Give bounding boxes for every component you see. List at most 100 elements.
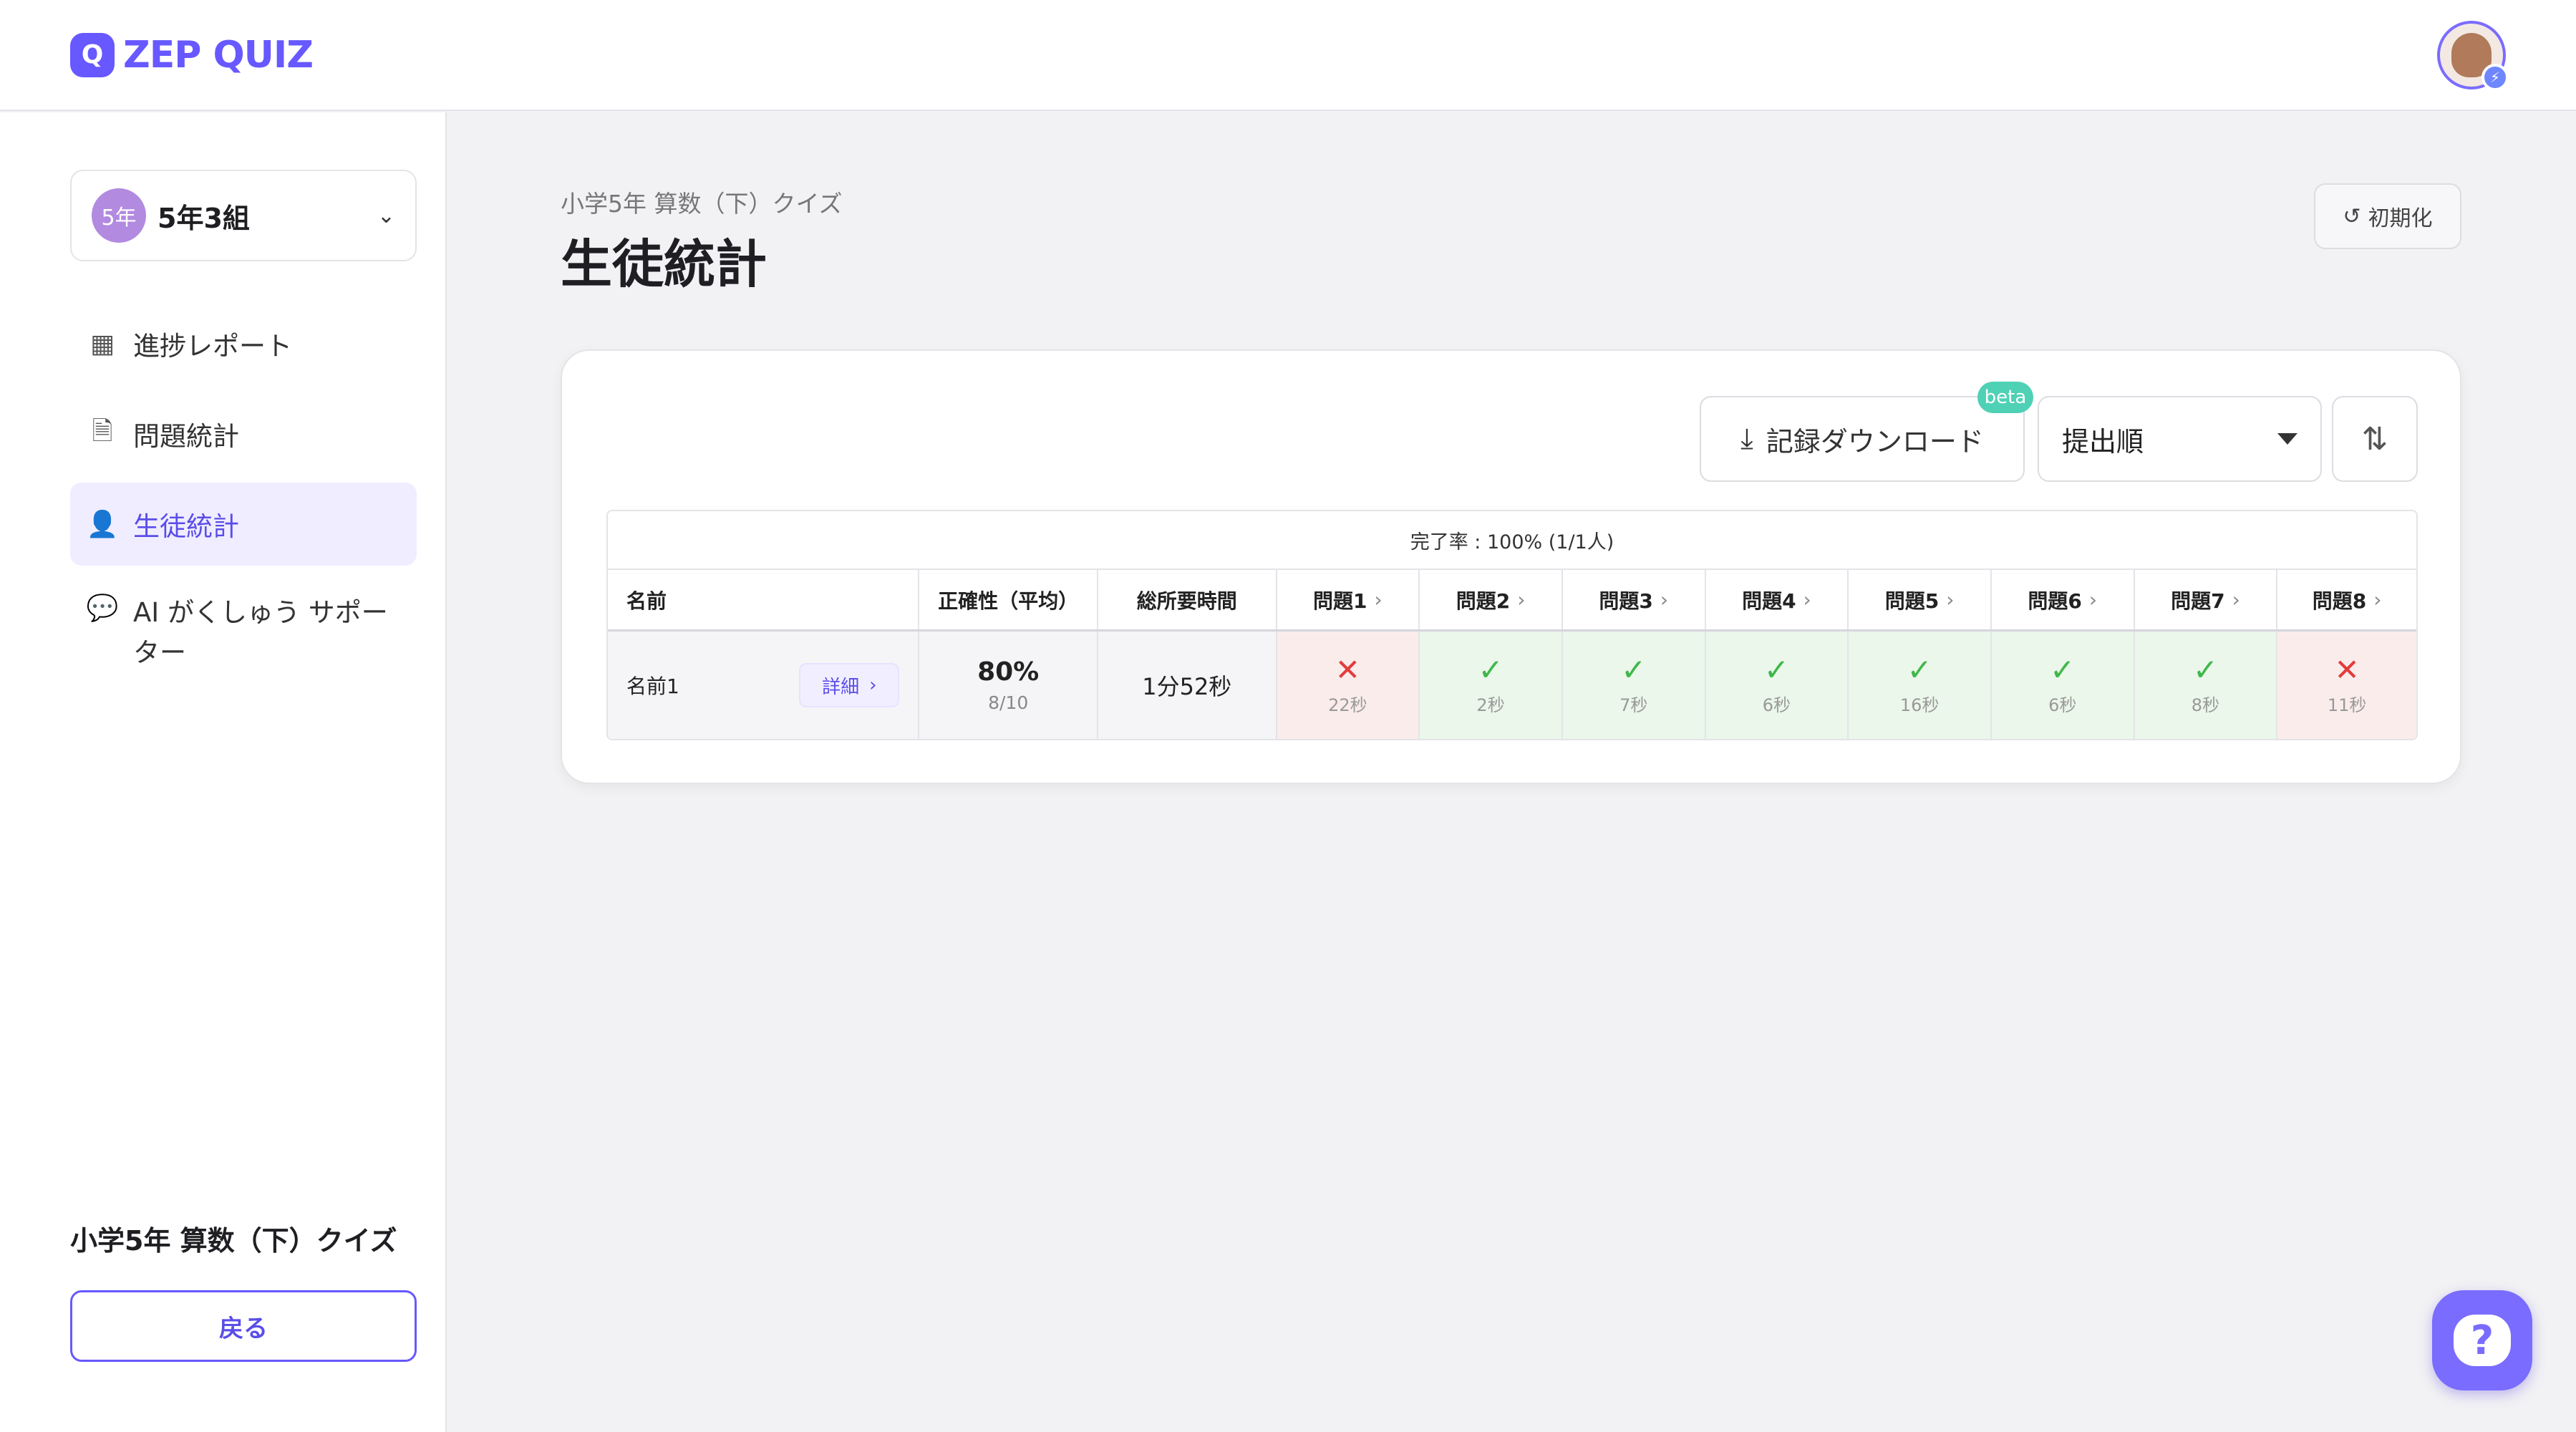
header-question-7[interactable]: 問題7 › [2135,570,2278,629]
class-selector[interactable]: 5年 5年3組 ⌄ [70,170,417,261]
logo-text: ZEP QUIZ [123,33,314,77]
page-title: 生徒統計 [561,234,768,294]
check-icon: ✓ [1763,652,1789,687]
zep-quiz-logo[interactable]: Q ZEP QUIZ [70,32,314,77]
sidebar-item-student-stats[interactable]: 👤 生徒統計 [70,483,417,566]
header-name: 名前 [608,570,920,629]
sidebar-nav: ▦ 進捗レポート 🗎 問題統計 👤 生徒統計 💬 AI がくしゅう サポーター [70,302,417,684]
header-accuracy: 正確性（平均） [919,570,1098,629]
question-label: 問題2 [1456,589,1511,613]
accuracy-score: 8/10 [988,692,1029,713]
sidebar-item-ai-supporter[interactable]: 💬 AI がくしゅう サポーター [70,573,417,677]
question-label: 問題6 [2028,589,2082,613]
page-subtitle: 小学5年 算数（下）クイズ [561,190,843,218]
reset-button[interactable]: ↺ 初期化 [2314,183,2461,249]
top-bar: Q ZEP QUIZ ⚡ [0,0,2576,111]
sidebar-item-label: 生徒統計 [133,511,239,542]
question-label: 問題7 [2171,589,2225,613]
help-button[interactable]: ? [2432,1290,2532,1390]
question-label: 問題3 [1599,589,1653,613]
chevron-right-icon: › [2232,588,2240,611]
answer-cell-q4: ✓ 6秒 [1705,632,1849,739]
answer-cell-q6: ✓ 6秒 [1991,632,2135,739]
question-label: 問題5 [1884,589,1940,613]
check-icon: ✓ [1478,652,1504,687]
download-icon: ⤓ [1740,422,1753,455]
reset-icon: ↺ [2343,203,2361,229]
users-icon: 👤 [86,510,119,539]
user-avatar[interactable]: ⚡ [2437,20,2509,91]
header-question-6[interactable]: 問題6 › [1992,570,2135,629]
header-question-4[interactable]: 問題4 › [1706,570,1849,629]
question-label: 問題4 [1742,589,1796,613]
chevron-right-icon: › [1660,588,1669,611]
check-icon: ✓ [1907,652,1932,687]
answer-cell-q7: ✓ 8秒 [2134,632,2278,739]
header-question-5[interactable]: 問題5 › [1849,570,1992,629]
back-button[interactable]: 戻る [70,1290,417,1362]
class-name: 5年3組 [158,202,250,234]
download-label: 記録ダウンロード [1766,425,1984,458]
accuracy-cell: 80% 8/10 [919,632,1098,739]
sidebar-item-label: AI がくしゅう サポーター [133,597,388,668]
question-label: 問題8 [2312,589,2367,613]
reset-label: 初期化 [2368,206,2433,231]
answer-time: 7秒 [1619,695,1648,715]
sidebar-item-question-stats[interactable]: 🗎 問題統計 [70,392,417,475]
sort-value: 提出順 [2062,425,2144,458]
answer-time: 6秒 [1762,695,1791,715]
answer-time: 22秒 [1328,695,1367,715]
chevron-right-icon: › [1517,588,1526,611]
logo-mark-icon: Q [70,32,115,77]
chevron-right-icon: › [1374,588,1383,611]
sidebar-item-label: 問題統計 [133,421,239,452]
header-question-8[interactable]: 問題8 › [2277,570,2416,629]
cross-icon: ✕ [2334,652,2360,687]
sidebar: 5年 5年3組 ⌄ ▦ 進捗レポート 🗎 問題統計 👤 生徒統計 💬 AI がく… [0,112,447,1432]
table-header-row: 名前 正確性（平均） 総所要時間 問題1 › 問題2 › 問題3 › 問題4 › 問題5… [608,570,2416,632]
detail-label: 詳細 [822,676,860,698]
swap-vertical-icon: ⇅ [2361,420,2388,458]
completion-rate: 完了率 : 100% (1/1人) [608,511,2416,570]
answer-time: 6秒 [2048,695,2077,715]
student-stats-table: 完了率 : 100% (1/1人) 名前 正確性（平均） 総所要時間 問題1 › … [606,510,2418,740]
header-question-3[interactable]: 問題3 › [1563,570,1706,629]
total-time-cell: 1分52秒 [1098,632,1277,739]
student-name: 名前1 [626,674,679,698]
sidebar-item-progress-report[interactable]: ▦ 進捗レポート [70,302,417,385]
table-row: 名前1 詳細 › 80% 8/10 1分52秒 ✕ 22秒 ✓ 2秒 ✓ 7秒 ✓ 6秒… [608,632,2416,739]
sort-select[interactable]: 提出順 [2038,396,2322,482]
student-stats-card: ⤓ 記録ダウンロード beta 提出順 ⇅ 完了率 : 100% (1/1人) … [561,349,2461,784]
chat-icon: 💬 [86,594,119,623]
total-time: 1分52秒 [1142,673,1232,700]
chevron-right-icon: › [869,674,877,696]
answer-time: 16秒 [1899,695,1940,715]
header-question-1[interactable]: 問題1 › [1277,570,1420,629]
check-icon: ✓ [1621,652,1647,687]
answer-cell-q8: ✕ 11秒 [2277,632,2416,739]
chevron-right-icon: › [1803,588,1811,611]
cross-icon: ✕ [1335,652,1360,687]
check-icon: ✓ [2192,652,2219,687]
chevron-down-icon: ⌄ [377,203,395,228]
quiz-title: 小学5年 算数（下）クイズ [70,1225,397,1257]
chevron-right-icon: › [1946,588,1955,611]
grid-icon: ▦ [89,329,115,359]
accuracy-percent: 80% [977,657,1040,687]
sidebar-item-label: 進捗レポート [133,331,292,362]
answer-cell-q5: ✓ 16秒 [1849,632,1992,739]
answer-cell-q1: ✕ 22秒 [1277,632,1420,739]
detail-button[interactable]: 詳細 › [799,663,900,707]
answer-time: 8秒 [2191,695,2220,715]
header-question-2[interactable]: 問題2 › [1420,570,1563,629]
answer-time: 2秒 [1476,695,1505,715]
download-records-button[interactable]: ⤓ 記録ダウンロード beta [1700,382,2033,482]
question-label: 問題1 [1313,589,1367,613]
chevron-right-icon: › [2088,588,2098,611]
lightning-badge-icon: ⚡ [2481,63,2509,91]
beta-badge: beta [1977,382,2033,413]
chevron-right-icon: › [2373,588,2382,611]
answer-time: 11秒 [2327,695,2367,715]
answer-cell-q3: ✓ 7秒 [1562,632,1706,739]
sort-order-toggle[interactable]: ⇅ [2332,396,2418,482]
